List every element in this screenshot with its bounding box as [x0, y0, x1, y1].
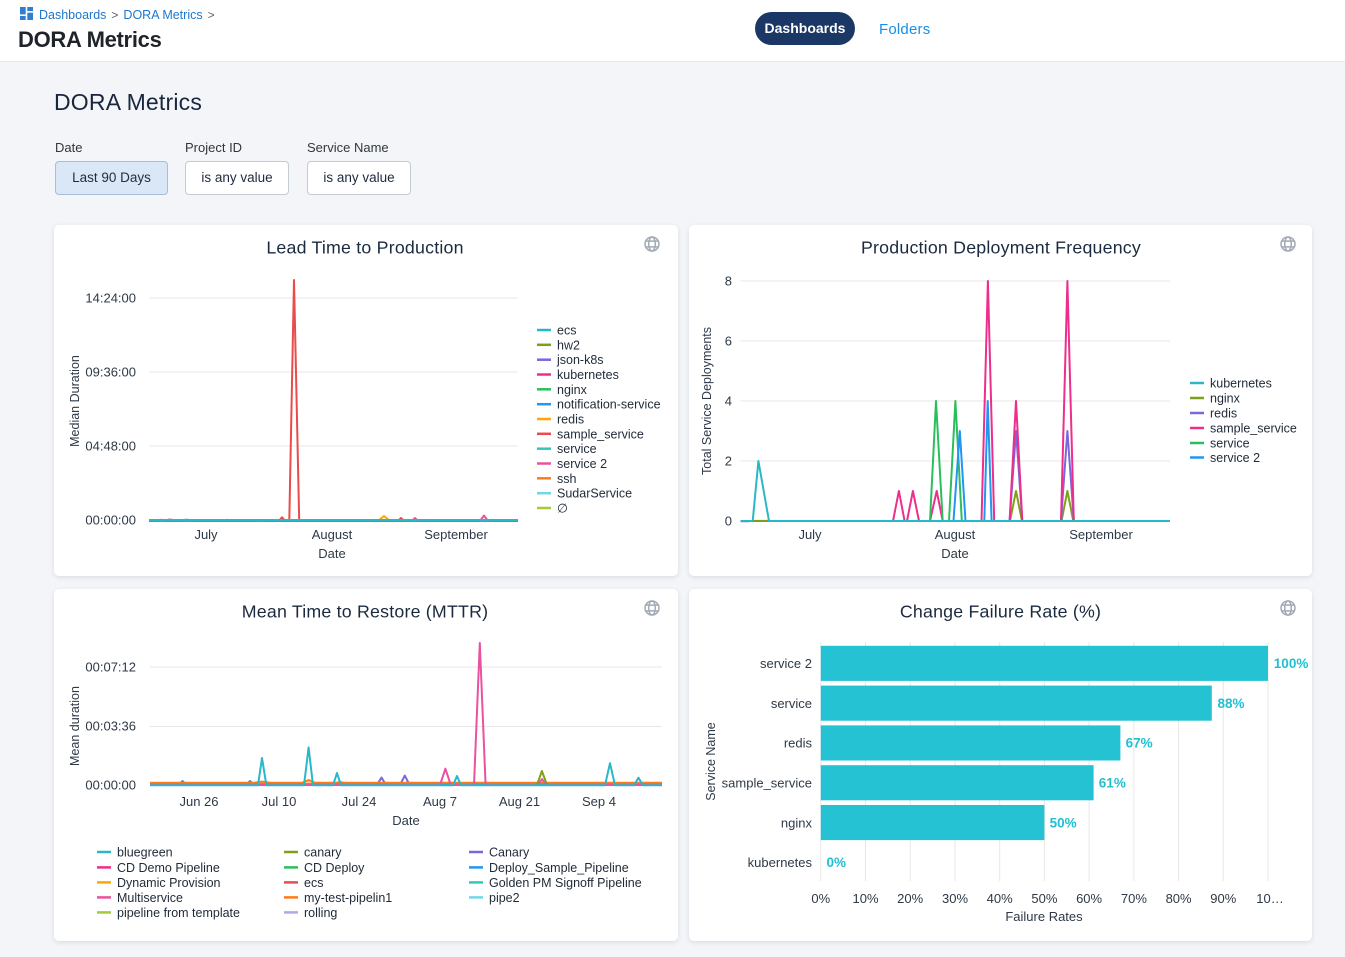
svg-text:ecs: ecs [557, 324, 576, 338]
svg-text:September: September [1069, 527, 1133, 542]
svg-text:my-test-pipelin1: my-test-pipelin1 [304, 891, 392, 905]
svg-text:canary: canary [304, 846, 342, 860]
svg-text:SudarService: SudarService [557, 487, 632, 501]
svg-text:July: July [798, 527, 822, 542]
svg-text:Service Name: Service Name [704, 722, 718, 801]
svg-text:CD Demo Pipeline: CD Demo Pipeline [117, 861, 220, 875]
svg-text:4: 4 [725, 394, 732, 409]
svg-text:Median Duration: Median Duration [68, 355, 82, 447]
svg-text:Lead Time to Production: Lead Time to Production [266, 238, 463, 258]
svg-text:67%: 67% [1126, 736, 1153, 751]
svg-text:Failure Rates: Failure Rates [1005, 909, 1083, 924]
svg-text:00:00:00: 00:00:00 [85, 513, 136, 528]
svg-text:6: 6 [725, 334, 732, 349]
svg-text:nginx: nginx [781, 815, 813, 830]
svg-text:50%: 50% [1050, 815, 1077, 830]
svg-text:04:48:00: 04:48:00 [85, 439, 136, 454]
svg-text:September: September [424, 527, 488, 542]
svg-text:70%: 70% [1121, 891, 1147, 906]
svg-text:kubernetes: kubernetes [1210, 377, 1272, 391]
svg-text:bluegreen: bluegreen [117, 846, 173, 860]
svg-text:Deploy_Sample_Pipeline: Deploy_Sample_Pipeline [489, 861, 629, 875]
svg-text:Golden PM Signoff Pipeline: Golden PM Signoff Pipeline [489, 876, 642, 890]
svg-text:ssh: ssh [557, 472, 577, 486]
svg-text:50%: 50% [1031, 891, 1057, 906]
svg-text:Canary: Canary [489, 846, 530, 860]
svg-text:Total Service Deployments: Total Service Deployments [700, 327, 714, 475]
svg-text:10…: 10… [1256, 891, 1283, 906]
svg-text:sample_service: sample_service [557, 427, 644, 441]
svg-text:ecs: ecs [304, 876, 323, 890]
svg-text:redis: redis [557, 413, 584, 427]
svg-text:40%: 40% [987, 891, 1013, 906]
svg-text:rolling: rolling [304, 906, 337, 920]
svg-text:json-k8s: json-k8s [556, 353, 604, 367]
svg-text:90%: 90% [1210, 891, 1236, 906]
svg-text:Mean duration: Mean duration [68, 686, 82, 766]
svg-text:kubernetes: kubernetes [557, 368, 619, 382]
svg-text:service 2: service 2 [557, 457, 607, 471]
svg-text:August: August [312, 527, 353, 542]
svg-text:00:07:12: 00:07:12 [85, 660, 136, 675]
svg-text:30%: 30% [942, 891, 968, 906]
svg-text:sample_service: sample_service [722, 776, 812, 791]
svg-text:Dynamic Provision: Dynamic Provision [117, 876, 221, 890]
svg-text:14:24:00: 14:24:00 [85, 291, 136, 306]
svg-text:August: August [935, 527, 976, 542]
svg-text:100%: 100% [1274, 656, 1309, 671]
svg-text:service: service [1210, 437, 1250, 451]
svg-text:July: July [194, 527, 218, 542]
svg-text:notification-service: notification-service [557, 398, 661, 412]
svg-text:Aug 21: Aug 21 [499, 794, 540, 809]
svg-text:10%: 10% [852, 891, 878, 906]
svg-text:60%: 60% [1076, 891, 1102, 906]
svg-text:80%: 80% [1166, 891, 1192, 906]
svg-text:pipe2: pipe2 [489, 891, 520, 905]
svg-text:Date: Date [392, 813, 419, 828]
svg-text:Date: Date [941, 546, 968, 561]
svg-text:0: 0 [725, 514, 732, 529]
svg-text:CD Deploy: CD Deploy [304, 861, 365, 875]
svg-text:service: service [771, 696, 812, 711]
svg-text:Mean Time to Restore (MTTR): Mean Time to Restore (MTTR) [242, 602, 488, 622]
svg-text:09:36:00: 09:36:00 [85, 365, 136, 380]
svg-text:Aug 7: Aug 7 [423, 794, 457, 809]
svg-text:Sep 4: Sep 4 [582, 794, 616, 809]
svg-text:redis: redis [1210, 407, 1237, 421]
svg-text:nginx: nginx [1210, 392, 1241, 406]
svg-text:nginx: nginx [557, 383, 588, 397]
svg-text:Jul 10: Jul 10 [262, 794, 297, 809]
svg-text:Jul 24: Jul 24 [342, 794, 377, 809]
svg-text:0%: 0% [827, 855, 847, 870]
svg-text:redis: redis [784, 736, 813, 751]
svg-text:Date: Date [318, 546, 345, 561]
svg-text:20%: 20% [897, 891, 923, 906]
svg-text:service 2: service 2 [1210, 451, 1260, 465]
svg-text:service: service [557, 442, 597, 456]
svg-text:Change Failure Rate (%): Change Failure Rate (%) [900, 602, 1101, 622]
svg-text:kubernetes: kubernetes [748, 855, 813, 870]
svg-text:service 2: service 2 [760, 656, 812, 671]
svg-text:∅: ∅ [557, 502, 568, 516]
svg-text:88%: 88% [1218, 696, 1245, 711]
svg-text:61%: 61% [1099, 776, 1126, 791]
svg-text:00:00:00: 00:00:00 [85, 778, 136, 793]
svg-text:2: 2 [725, 454, 732, 469]
svg-text:Multiservice: Multiservice [117, 891, 183, 905]
svg-text:8: 8 [725, 274, 732, 289]
svg-text:Jun 26: Jun 26 [179, 794, 218, 809]
svg-text:00:03:36: 00:03:36 [85, 719, 136, 734]
svg-text:hw2: hw2 [557, 338, 580, 352]
svg-text:sample_service: sample_service [1210, 422, 1297, 436]
svg-text:Production Deployment Frequenc: Production Deployment Frequency [861, 238, 1141, 258]
svg-text:pipeline from template: pipeline from template [117, 906, 240, 920]
svg-text:0%: 0% [811, 891, 830, 906]
